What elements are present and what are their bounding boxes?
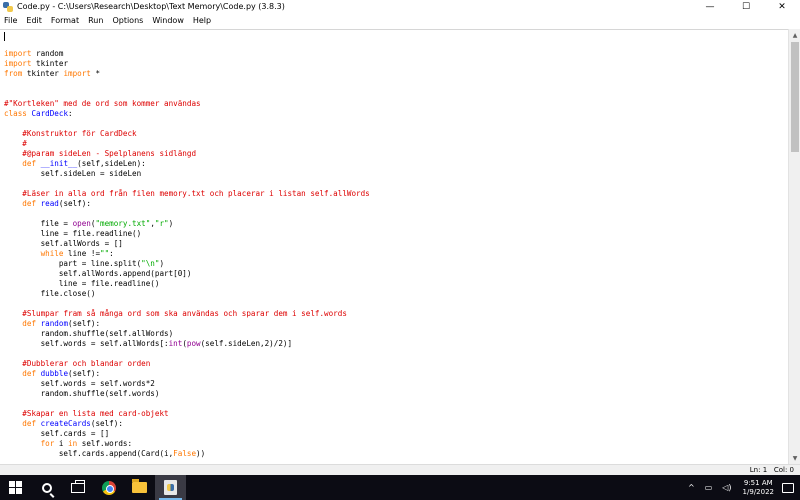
chevron-up-icon[interactable]: ^ [688, 483, 695, 492]
title-bar[interactable]: Code.py - C:\Users\Research\Desktop\Text… [0, 0, 800, 13]
python-idle-icon [3, 1, 13, 12]
code-line[interactable] [4, 179, 370, 189]
clock[interactable]: 9:51 AM 1/9/2022 [743, 479, 774, 497]
notification-icon[interactable] [782, 482, 794, 493]
code-line[interactable]: file = open("memory.txt","r") [4, 219, 370, 229]
task-view-icon [70, 479, 85, 493]
code-line[interactable]: random.shuffle(self.allWords) [4, 329, 370, 339]
code-line[interactable]: def read(self): [4, 199, 370, 209]
code-line[interactable]: self.words = self.words*2 [4, 379, 370, 389]
code-line[interactable]: part = line.split("\n") [4, 259, 370, 269]
code-line[interactable]: self.cards.append(Card(i,False)) [4, 449, 370, 459]
network-icon[interactable]: ▭ [705, 483, 713, 492]
code-line[interactable]: #Konstruktor för CardDeck [4, 129, 370, 139]
code-line[interactable]: def createCards(self): [4, 419, 370, 429]
close-button[interactable]: ✕ [764, 0, 800, 13]
code-line[interactable]: import random [4, 49, 370, 59]
code-line[interactable] [4, 119, 370, 129]
cursor-position: Ln: 1 Col: 0 [750, 466, 794, 474]
code-line[interactable]: #Slumpar fram så många ord som ska använ… [4, 309, 370, 319]
chrome-icon [101, 480, 116, 495]
status-bar: Ln: 1 Col: 0 [0, 464, 800, 475]
window-controls: — ☐ ✕ [692, 0, 800, 13]
code-line[interactable]: def random(self): [4, 319, 370, 329]
start-button[interactable] [0, 475, 31, 500]
menu-edit[interactable]: Edit [26, 16, 42, 25]
code-editor[interactable]: import random import tkinter from tkinter … [0, 29, 788, 464]
search-button[interactable] [31, 475, 62, 500]
file-explorer-taskbar-button[interactable] [124, 475, 155, 500]
code-line[interactable] [4, 399, 370, 409]
code-line[interactable]: #"Kortleken" med de ord som kommer använ… [4, 99, 370, 109]
code-line[interactable]: random.shuffle(self.words) [4, 389, 370, 399]
code-line[interactable]: class CardDeck: [4, 109, 370, 119]
vertical-scrollbar[interactable]: ▲ ▼ [788, 29, 800, 464]
code-line[interactable] [4, 349, 370, 359]
window-title: Code.py - C:\Users\Research\Desktop\Text… [17, 2, 285, 11]
taskbar: ^ ▭ ◁) 9:51 AM 1/9/2022 [0, 475, 800, 500]
volume-icon[interactable]: ◁) [722, 483, 731, 492]
code-line[interactable]: import tkinter [4, 59, 370, 69]
search-icon [41, 482, 52, 493]
menu-options[interactable]: Options [112, 16, 143, 25]
menu-format[interactable]: Format [51, 16, 79, 25]
start-icon [9, 481, 22, 494]
menu-help[interactable]: Help [193, 16, 211, 25]
menu-run[interactable]: Run [88, 16, 103, 25]
code-line[interactable]: # [4, 139, 370, 149]
scroll-down-arrow-icon[interactable]: ▼ [789, 452, 800, 464]
column-number: Col: 0 [773, 466, 794, 474]
menu-file[interactable]: File [4, 16, 17, 25]
minimize-button[interactable]: — [692, 0, 728, 13]
python-idle-icon [164, 480, 177, 495]
code-line[interactable]: self.sideLen = sideLen [4, 169, 370, 179]
scroll-thumb[interactable] [791, 42, 799, 152]
code-line[interactable]: def dubble(self): [4, 369, 370, 379]
python-idle-taskbar-button[interactable] [155, 475, 186, 500]
code-line[interactable] [4, 299, 370, 309]
code-line[interactable]: while line !="": [4, 249, 370, 259]
code-line[interactable]: self.allWords = [] [4, 239, 370, 249]
clock-date: 1/9/2022 [742, 487, 774, 496]
code-line[interactable]: self.cards = [] [4, 429, 370, 439]
clock-time: 9:51 AM [743, 478, 773, 487]
code-line[interactable]: #@param sideLen - Spelplanens sidlängd [4, 149, 370, 159]
code-text[interactable]: import random import tkinter from tkinter … [4, 39, 370, 459]
menu-window[interactable]: Window [152, 16, 184, 25]
code-line[interactable]: for i in self.words: [4, 439, 370, 449]
code-line[interactable]: line = file.readline() [4, 229, 370, 239]
code-line[interactable] [4, 209, 370, 219]
code-line[interactable]: self.allWords.append(part[0]) [4, 269, 370, 279]
code-line[interactable]: self.words = self.allWords[:int(pow(self… [4, 339, 370, 349]
chrome-taskbar-button[interactable] [93, 475, 124, 500]
system-tray: ^ ▭ ◁) 9:51 AM 1/9/2022 [683, 475, 800, 500]
code-line[interactable] [4, 89, 370, 99]
code-line[interactable]: from tkinter import * [4, 69, 370, 79]
task-view-button[interactable] [62, 475, 93, 500]
line-number: Ln: 1 [749, 466, 768, 474]
code-line[interactable]: #Läser in alla ord från filen memory.txt… [4, 189, 369, 199]
code-line[interactable] [4, 79, 370, 89]
code-line[interactable]: def __init__(self,sideLen): [4, 159, 370, 169]
scroll-up-arrow-icon[interactable]: ▲ [789, 29, 800, 41]
code-line[interactable]: #Dubblerar och blandar orden [4, 359, 370, 369]
code-line[interactable]: file.close() [4, 289, 370, 299]
file-explorer-icon [132, 479, 147, 493]
code-line[interactable]: #Skapar en lista med card-objekt [4, 409, 370, 419]
maximize-button[interactable]: ☐ [728, 0, 764, 13]
code-line[interactable]: line = file.readline() [4, 279, 370, 289]
code-line[interactable] [4, 39, 370, 49]
menu-bar: File Edit Format Run Options Window Help [0, 13, 800, 28]
